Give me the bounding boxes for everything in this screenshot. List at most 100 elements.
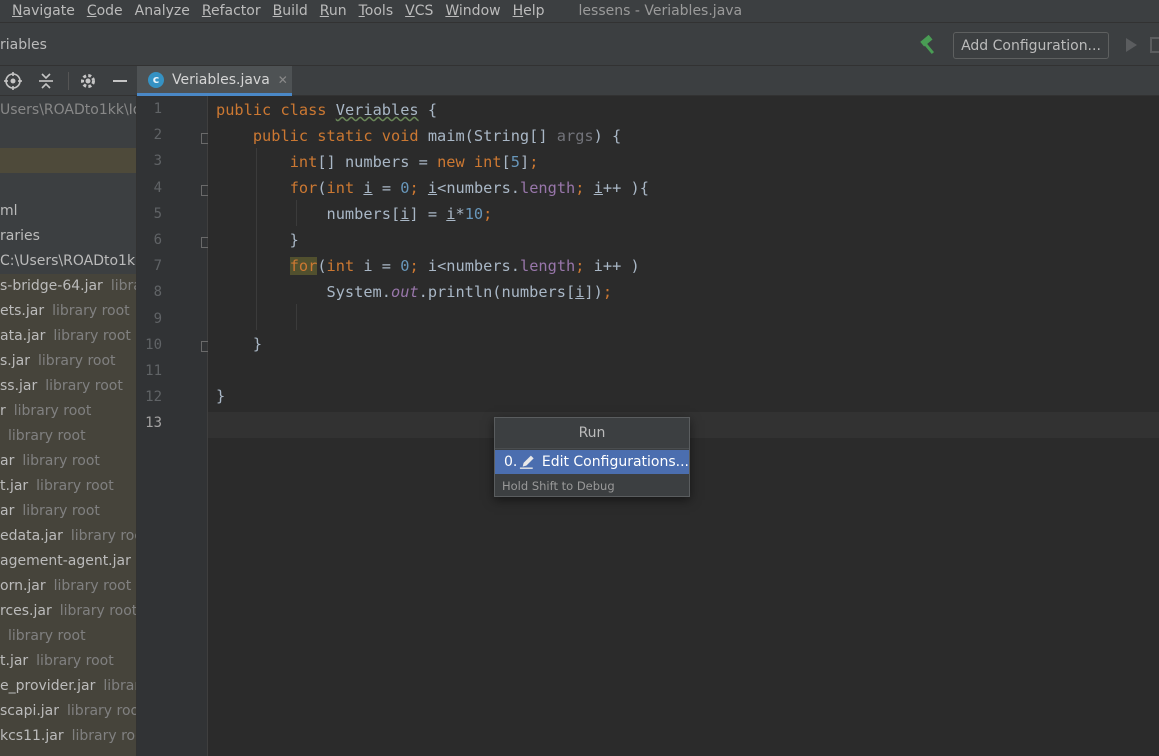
project-item-type: library root [71,728,136,744]
project-tree-item[interactable]: orn.jar library root [0,574,136,599]
project-item-name: kcs11.jar [0,728,64,744]
project-tree-item[interactable]: ar library root [0,449,136,474]
project-tree-item[interactable]: C:\Users\ROADto1kk\ [0,249,137,274]
project-item-name: ml [0,203,18,219]
popup-title: Run [495,418,689,449]
project-path: Users\ROADto1kk\Ide [0,102,137,118]
code-line-1: public class Veriables { [216,101,438,119]
line-number: 2 [153,127,162,144]
project-tree-item[interactable]: ata.jar library root [0,324,136,349]
breadcrumb[interactable]: riables [0,37,47,53]
project-item-type: library root [37,353,116,369]
project-item-type: library root [103,678,136,694]
menu-code[interactable]: Code [87,3,123,19]
project-tree-item[interactable]: edata.jar library root [0,524,136,549]
line-number: 5 [153,205,162,222]
code-line-6: } [216,231,299,249]
code-line-7: for(int i = 0; i<numbers.length; i++ ) [289,257,640,275]
project-item-name: s-bridge-64.jar [0,278,103,294]
project-item-name: e_provider.jar [0,678,96,694]
line-number: 9 [153,310,162,327]
menu-navigate[interactable]: Navigate [12,3,75,19]
line-number: 6 [153,232,162,248]
project-tree-item[interactable]: t.jar library root [0,649,136,674]
java-class-icon: c [148,71,164,88]
project-tree-item[interactable]: s-bridge-64.jar library root [0,274,136,299]
project-tree-item[interactable]: ss.jar library root [0,374,136,399]
code-line-4: for(int i = 0; i<numbers.length; i++ ){ [289,179,649,197]
menu-build[interactable]: Build [273,3,308,19]
project-tree-item[interactable]: rces.jar library root [0,599,137,624]
project-tree-item[interactable]: ets.jar library root [0,299,136,324]
menu-window[interactable]: Window [445,3,500,19]
project-item-name: orn.jar [0,578,46,594]
project-tree-item[interactable]: r library root [0,399,136,424]
project-item-type: library root [110,278,136,294]
code-line-2: public static void maim(String[] args) { [252,127,622,145]
code-line-12: } [216,387,226,405]
project-tree-item[interactable]: kcs11.jar library root [0,724,136,749]
project-item-type: library root [53,578,132,594]
project-item-name: rces.jar [0,603,52,619]
project-tree-item[interactable]: library root [0,424,136,449]
project-tree-item[interactable]: library root [0,624,136,649]
menu-run[interactable]: Run [320,3,347,19]
project-item-type: library root [45,378,123,394]
project-item-type: library root [36,478,114,494]
project-item-type: library root [22,453,100,469]
project-tree-item[interactable]: ar library root [0,499,136,524]
code-line-8: System.out.println(numbers[i]); [216,283,613,301]
run-icon[interactable] [1126,38,1137,52]
project-item-name: ar [0,503,15,519]
menu-bar: Navigate Code Analyze Refactor Build Run Tools… [0,0,1159,22]
menu-analyze[interactable]: Analyze [135,3,190,19]
project-item-name: ets.jar [0,303,45,319]
line-number: 4 [153,179,162,196]
menu-vcs[interactable]: VCS [405,3,433,19]
hammer-icon[interactable] [918,35,940,55]
code-line-3: int[] numbers = new int[5]; [289,153,539,171]
project-item-name: C:\Users\ROADto1kk\ [0,253,137,269]
gear-icon[interactable] [79,72,97,90]
collapse-all-icon[interactable] [38,72,54,90]
project-item-type: library root [52,303,130,319]
project-item-type: library root [59,603,137,619]
project-item-name: t.jar [0,653,29,669]
edit-configurations-item[interactable]: 0. Edit Configurations... [495,450,689,474]
line-number: 7 [153,258,162,275]
line-number: 3 [153,153,162,170]
project-item-name: t.jar [0,478,29,494]
debug-icon[interactable] [1150,37,1159,53]
project-tree-item[interactable]: raries [0,224,136,249]
project-tree-item[interactable]: ml [0,199,136,224]
project-tree-item[interactable]: e_provider.jar library root [0,674,136,699]
line-number: 11 [145,363,162,379]
code-line-10: } [216,335,263,353]
project-selected-row[interactable] [0,148,136,173]
project-item-type: library root [70,528,136,544]
hide-icon[interactable] [112,72,128,90]
close-icon[interactable]: ✕ [278,73,288,87]
tab-label: Veriables.java [172,71,270,88]
project-item-name: raries [0,228,40,244]
project-tree-item[interactable]: t.jar library root [0,474,136,499]
tab-veriables-java[interactable]: c Veriables.java ✕ [137,66,292,96]
project-item-type: library root [36,653,114,669]
project-item-name: ar [0,453,15,469]
locate-icon[interactable] [4,72,22,90]
add-configuration-button[interactable]: Add Configuration... [953,32,1109,59]
line-number: 8 [153,284,162,301]
project-item-type: library root [22,503,100,519]
menu-help[interactable]: Help [513,3,545,19]
menu-refactor[interactable]: Refactor [202,3,261,19]
menu-tools[interactable]: Tools [359,3,394,19]
line-number: 1 [153,101,162,117]
project-tree-item[interactable]: s.jar library root [0,349,136,374]
project-tree-item[interactable]: scapi.jar library root [0,699,137,724]
line-number: 12 [145,389,162,406]
line-number: 13 [145,415,162,432]
project-toolbar [0,66,137,96]
project-tree-item[interactable]: agement-agent.jarlibrary root [0,549,136,574]
project-item-type: library root [67,703,137,719]
popup-item-label: Edit Configurations... [541,454,689,470]
